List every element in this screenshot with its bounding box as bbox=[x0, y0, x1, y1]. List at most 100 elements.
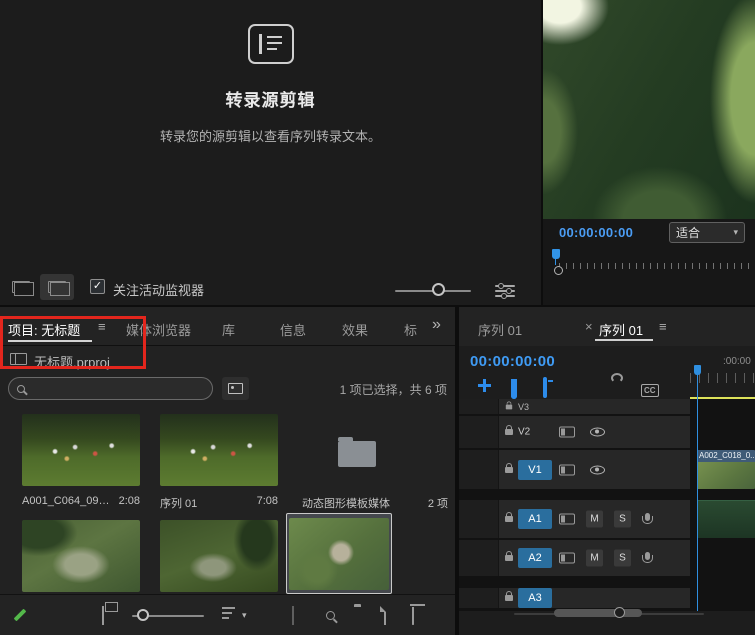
tab-sequence-2[interactable]: 序列 01 bbox=[599, 320, 643, 339]
comparison-view-button[interactable] bbox=[4, 274, 38, 300]
solo-button[interactable]: S bbox=[614, 549, 631, 567]
transcribe-title: 转录源剪辑 bbox=[225, 91, 316, 110]
sequence-thumbnail-01[interactable] bbox=[160, 414, 278, 486]
playhead-line[interactable] bbox=[697, 375, 698, 611]
track-name-v3[interactable]: V3 bbox=[518, 402, 529, 412]
source-patch-column[interactable] bbox=[459, 399, 499, 414]
source-patch-column[interactable] bbox=[459, 540, 499, 576]
track-target-v1[interactable]: V1 bbox=[518, 459, 552, 480]
monitor-scrub-ticks[interactable] bbox=[559, 263, 749, 269]
search-input[interactable] bbox=[31, 381, 191, 396]
audio-clip-a002[interactable] bbox=[697, 500, 755, 538]
mute-button[interactable]: M bbox=[586, 549, 603, 567]
mic-icon[interactable] bbox=[642, 552, 653, 563]
tab-overflow-icon[interactable]: » bbox=[432, 316, 441, 334]
item-name: 序列 01 bbox=[160, 498, 198, 510]
thumbnail-zoom-slider-knob[interactable] bbox=[137, 609, 149, 621]
text-zoom-slider-knob[interactable] bbox=[432, 283, 445, 296]
sort-button[interactable] bbox=[222, 607, 235, 622]
sync-lock-icon[interactable] bbox=[559, 552, 575, 564]
split-monitor-icon bbox=[48, 281, 70, 296]
lock-icon[interactable] bbox=[505, 400, 513, 409]
monitor-timecode[interactable]: 00:00:00:00 bbox=[559, 225, 633, 240]
tab-media-browser[interactable]: 媒体浏览器 bbox=[126, 320, 191, 339]
lock-icon[interactable] bbox=[505, 425, 513, 435]
source-patch-column[interactable] bbox=[459, 588, 499, 608]
scrollbar-zoom-knob[interactable] bbox=[614, 607, 625, 618]
tab-info[interactable]: 信息 bbox=[280, 320, 306, 339]
mute-button[interactable]: M bbox=[586, 510, 603, 528]
sync-lock-icon[interactable] bbox=[559, 513, 575, 525]
folder-icon[interactable] bbox=[338, 437, 376, 467]
transcribe-description: 转录您的源剪辑以查看序列转录文本。 bbox=[159, 129, 381, 144]
sync-lock-icon[interactable] bbox=[559, 426, 575, 438]
track-target-a3[interactable]: A3 bbox=[518, 588, 552, 608]
tab-project[interactable]: 项目: 无标题 bbox=[8, 320, 80, 339]
eye-icon[interactable] bbox=[590, 465, 605, 474]
sync-lock-icon[interactable] bbox=[559, 464, 575, 475]
stack-icon bbox=[102, 606, 104, 625]
new-item-button[interactable] bbox=[384, 606, 386, 625]
timeline-settings-button[interactable] bbox=[610, 379, 614, 397]
playhead-marker[interactable] bbox=[694, 365, 701, 375]
clip-thumbnail-a001[interactable] bbox=[22, 414, 140, 486]
active-monitor-button[interactable] bbox=[40, 274, 74, 300]
panel-menu-icon[interactable]: ≡ bbox=[98, 319, 106, 334]
settings-sliders-icon[interactable] bbox=[495, 282, 515, 299]
selected-clip-cell[interactable] bbox=[286, 513, 392, 594]
mic-icon[interactable] bbox=[642, 513, 653, 524]
close-icon[interactable]: × bbox=[585, 319, 593, 334]
pencil-icon bbox=[12, 607, 28, 623]
clip-thumbnail-ruins-1[interactable] bbox=[22, 520, 140, 592]
snap-button[interactable] bbox=[511, 379, 517, 399]
video-preview-frame[interactable] bbox=[543, 0, 755, 219]
panel-menu-icon[interactable]: ≡ bbox=[659, 319, 667, 334]
selected-clip-highlight bbox=[690, 397, 755, 399]
magnet-icon bbox=[511, 379, 517, 399]
solo-button[interactable]: S bbox=[614, 510, 631, 528]
source-patch-column[interactable] bbox=[459, 416, 499, 448]
tab-effects[interactable]: 效果 bbox=[342, 320, 368, 339]
item-label-folder: 动态图形模板媒体 2 项 bbox=[302, 495, 448, 511]
clip-thumbnail bbox=[697, 462, 755, 489]
find-button[interactable] bbox=[326, 607, 335, 625]
captions-button[interactable]: CC bbox=[641, 380, 659, 398]
dual-monitor-icon bbox=[12, 281, 34, 296]
track-target-a1[interactable]: A1 bbox=[518, 509, 552, 529]
search-box[interactable] bbox=[8, 377, 213, 400]
zoom-level-select[interactable]: 适合 ▾ bbox=[669, 222, 745, 243]
linked-selection-button[interactable] bbox=[543, 377, 547, 398]
tab-libraries[interactable]: 库 bbox=[222, 320, 235, 339]
lock-icon[interactable] bbox=[505, 462, 513, 473]
clip-thumbnail-ruins-selected[interactable] bbox=[289, 518, 389, 590]
tab-markers-partial[interactable]: 标 bbox=[404, 320, 417, 339]
freeform-view-button[interactable] bbox=[102, 606, 104, 625]
eye-icon[interactable] bbox=[590, 427, 605, 437]
source-patch-column[interactable] bbox=[459, 450, 499, 489]
video-clip-a002[interactable]: A002_C018_0... bbox=[697, 450, 755, 489]
lock-icon[interactable] bbox=[505, 551, 513, 561]
source-patch-column[interactable] bbox=[459, 500, 499, 538]
lock-icon[interactable] bbox=[505, 591, 513, 601]
monitor-zoom-handle[interactable] bbox=[554, 266, 563, 275]
horizontal-scrollbar-handle[interactable] bbox=[554, 609, 642, 617]
monitor-playhead[interactable] bbox=[552, 249, 560, 265]
item-name: 动态图形模板媒体 bbox=[302, 498, 390, 510]
track-target-a2[interactable]: A2 bbox=[518, 548, 552, 568]
follow-active-monitor-checkbox[interactable]: ✓ bbox=[90, 279, 105, 294]
automate-to-sequence-button[interactable] bbox=[292, 606, 294, 625]
timeline-ruler[interactable] bbox=[690, 373, 755, 383]
timeline-timecode[interactable]: 00:00:00:00 bbox=[470, 353, 555, 370]
tab-sequence-1[interactable]: 序列 01 bbox=[478, 320, 522, 339]
lock-icon[interactable] bbox=[505, 512, 513, 522]
project-file-name[interactable]: 无标题.prproj bbox=[34, 352, 110, 371]
delete-button[interactable] bbox=[412, 607, 414, 625]
filter-bin-content-button[interactable] bbox=[222, 377, 249, 400]
sort-chevron-icon[interactable]: ▾ bbox=[242, 610, 247, 621]
timeline-tab-bar: 序列 01 × 序列 01 ≡ bbox=[459, 307, 755, 346]
clip-thumbnail-ruins-2[interactable] bbox=[160, 520, 278, 592]
film-icon bbox=[292, 606, 294, 625]
chevron-down-icon: ▾ bbox=[733, 227, 738, 237]
track-name-v2[interactable]: V2 bbox=[518, 427, 530, 438]
transcribe-icon bbox=[248, 24, 294, 64]
